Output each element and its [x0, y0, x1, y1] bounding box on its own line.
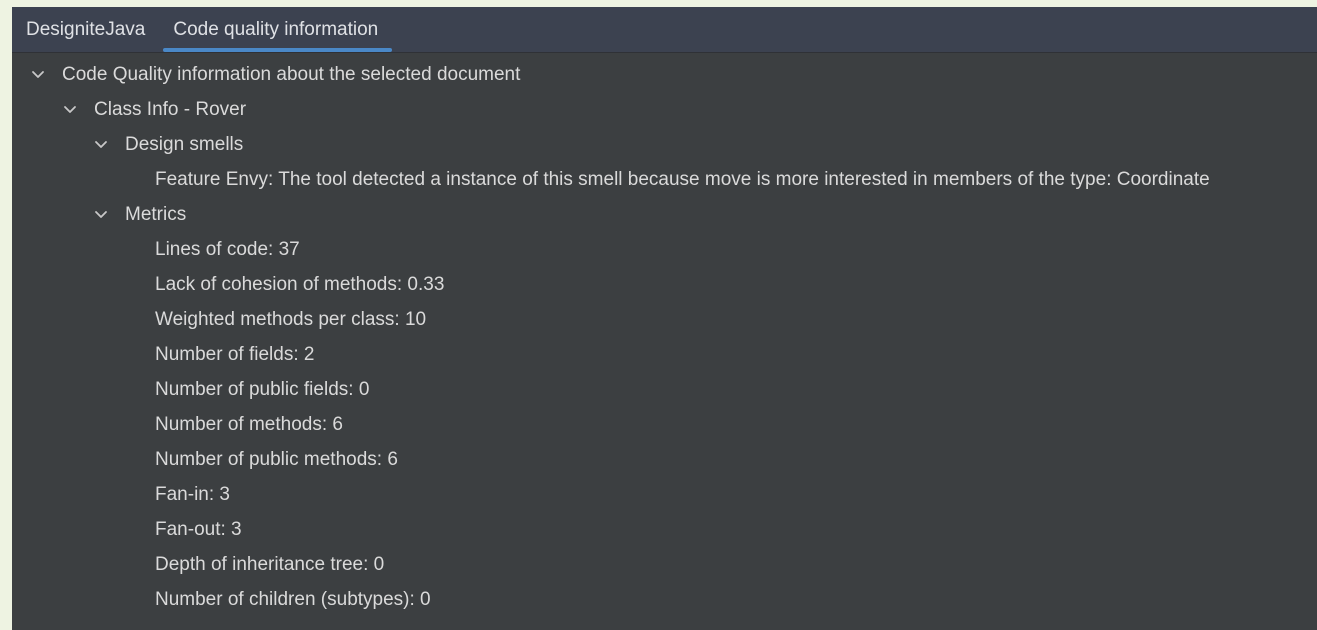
metric-lack-of-cohesion[interactable]: Lack of cohesion of methods: 0.33	[12, 267, 1317, 302]
chevron-down-icon[interactable]	[93, 137, 109, 153]
metric-text: Number of fields: 2	[155, 343, 315, 365]
tree-node-label: Class Info - Rover	[94, 98, 247, 120]
metric-weighted-methods[interactable]: Weighted methods per class: 10	[12, 302, 1317, 337]
tab-designitejava[interactable]: DesigniteJava	[12, 7, 159, 52]
metric-text: Fan-out: 3	[155, 518, 242, 540]
metric-text: Number of children (subtypes): 0	[155, 588, 431, 610]
tree-node-metrics[interactable]: Metrics	[12, 197, 1317, 232]
metric-text: Number of public fields: 0	[155, 378, 370, 400]
design-smell-text: Feature Envy: The tool detected a instan…	[155, 168, 1210, 190]
tool-window-tab-bar: DesigniteJava Code quality information	[12, 7, 1317, 53]
metric-depth-of-inheritance[interactable]: Depth of inheritance tree: 0	[12, 547, 1317, 582]
tab-label: Code quality information	[173, 18, 379, 40]
tab-label: DesigniteJava	[26, 18, 146, 40]
metric-number-of-children[interactable]: Number of children (subtypes): 0	[12, 582, 1317, 617]
tree-node-label: Code Quality information about the selec…	[62, 63, 521, 85]
chevron-down-icon[interactable]	[62, 102, 78, 118]
tree-node-root[interactable]: Code Quality information about the selec…	[12, 57, 1317, 92]
metric-text: Depth of inheritance tree: 0	[155, 553, 385, 575]
tab-code-quality-information[interactable]: Code quality information	[159, 7, 393, 52]
metric-number-of-public-methods[interactable]: Number of public methods: 6	[12, 442, 1317, 477]
metric-text: Number of methods: 6	[155, 413, 343, 435]
metric-number-of-fields[interactable]: Number of fields: 2	[12, 337, 1317, 372]
tree-leaf-design-smell[interactable]: Feature Envy: The tool detected a instan…	[12, 162, 1317, 197]
code-quality-tree: Code Quality information about the selec…	[12, 53, 1317, 617]
metric-number-of-methods[interactable]: Number of methods: 6	[12, 407, 1317, 442]
metric-text: Number of public methods: 6	[155, 448, 398, 470]
metric-fan-in[interactable]: Fan-in: 3	[12, 477, 1317, 512]
tree-node-label: Design smells	[125, 133, 244, 155]
metric-text: Fan-in: 3	[155, 483, 230, 505]
metric-fan-out[interactable]: Fan-out: 3	[12, 512, 1317, 547]
chevron-down-icon[interactable]	[30, 67, 46, 83]
metric-text: Lines of code: 37	[155, 238, 300, 260]
tree-node-label: Metrics	[125, 203, 187, 225]
chevron-down-icon[interactable]	[93, 207, 109, 223]
tree-node-design-smells[interactable]: Design smells	[12, 127, 1317, 162]
metric-lines-of-code[interactable]: Lines of code: 37	[12, 232, 1317, 267]
metric-number-of-public-fields[interactable]: Number of public fields: 0	[12, 372, 1317, 407]
metric-text: Lack of cohesion of methods: 0.33	[155, 273, 445, 295]
metric-text: Weighted methods per class: 10	[155, 308, 427, 330]
code-quality-tool-window: DesigniteJava Code quality information C…	[12, 7, 1317, 630]
tree-node-class-info[interactable]: Class Info - Rover	[12, 92, 1317, 127]
